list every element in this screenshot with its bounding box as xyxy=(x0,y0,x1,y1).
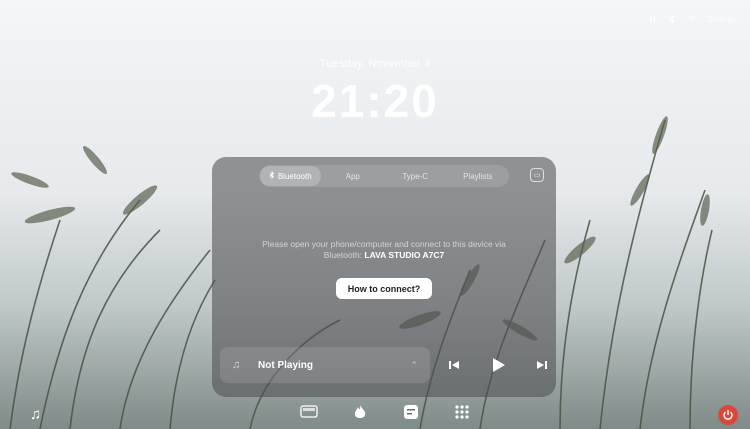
play-icon[interactable] xyxy=(490,357,506,373)
dock-item-notes[interactable] xyxy=(403,404,419,425)
tab-type-c[interactable]: Type-C xyxy=(385,166,446,186)
dock xyxy=(300,404,470,424)
playback-controls xyxy=(448,355,548,375)
notes-icon xyxy=(403,404,419,425)
settings-link[interactable]: Settings xyxy=(707,15,736,24)
source-tabs: Bluetooth App Type-C Playlists xyxy=(259,165,509,187)
app-grid-icon xyxy=(454,404,470,425)
music-app-icon[interactable]: ♫ xyxy=(30,406,41,423)
display-icon xyxy=(300,405,318,423)
volume-icon[interactable] xyxy=(647,14,657,24)
now-playing-bar[interactable]: ♫ Not Playing ⌃ xyxy=(220,347,430,383)
lockscreen-date: Tuesday, November 4 xyxy=(319,58,431,70)
flame-icon xyxy=(353,404,367,425)
tab-label: Playlists xyxy=(463,171,493,181)
connection-panel: Bluetooth App Type-C Playlists ▭ Please … xyxy=(212,157,556,397)
how-to-connect-button[interactable]: How to connect? xyxy=(336,278,432,299)
skip-next-icon[interactable] xyxy=(536,359,548,371)
tab-playlists[interactable]: Playlists xyxy=(448,166,509,186)
now-playing-title: Not Playing xyxy=(258,359,314,371)
tab-label: Type-C xyxy=(402,171,429,181)
device-name: LAVA STUDIO A7C7 xyxy=(364,250,445,260)
tab-label: App xyxy=(345,171,360,181)
bluetooth-icon[interactable] xyxy=(667,14,677,24)
bluetooth-prefix: Bluetooth: xyxy=(323,250,365,260)
wifi-icon[interactable] xyxy=(687,14,697,24)
instruction-device-line: Bluetooth: LAVA STUDIO A7C7 xyxy=(222,250,546,261)
tab-bluetooth[interactable]: Bluetooth xyxy=(260,166,321,186)
instruction-text: Please open your phone/computer and conn… xyxy=(262,239,506,249)
tab-label: Bluetooth xyxy=(277,171,312,181)
screen-cast-icon[interactable]: ▭ xyxy=(530,168,544,182)
bluetooth-icon xyxy=(269,170,275,181)
expand-chevron-icon[interactable]: ⌃ xyxy=(410,360,418,371)
power-icon[interactable] xyxy=(718,405,738,425)
tab-app[interactable]: App xyxy=(323,166,384,186)
connection-instructions: Please open your phone/computer and conn… xyxy=(222,239,546,261)
status-bar: Settings xyxy=(647,14,736,24)
dock-item-flame[interactable] xyxy=(353,404,367,425)
skip-previous-icon[interactable] xyxy=(448,359,460,371)
music-note-icon: ♫ xyxy=(232,359,241,371)
dock-item-display[interactable] xyxy=(300,405,318,423)
dock-item-apps[interactable] xyxy=(454,404,470,425)
lockscreen-clock: 21:20 xyxy=(311,75,439,127)
